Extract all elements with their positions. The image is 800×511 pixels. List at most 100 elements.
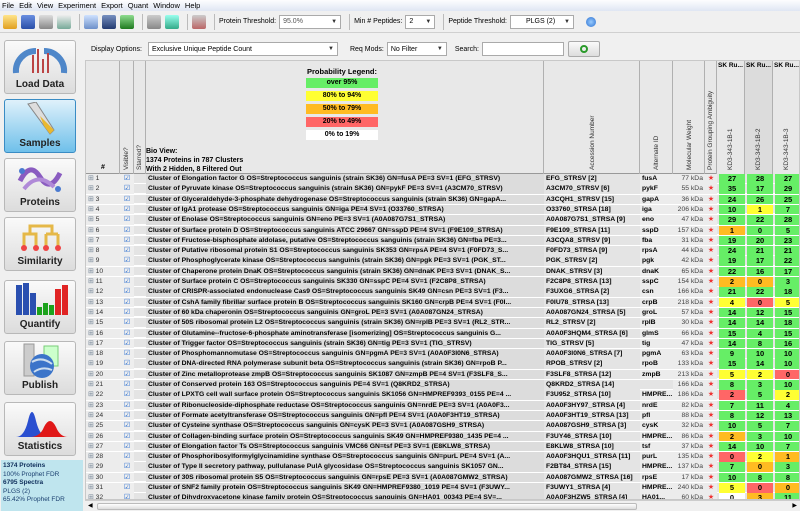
sample-count-cell[interactable]: 4 [747, 328, 773, 338]
visible-checkbox[interactable]: ☑ [120, 235, 134, 246]
table-row[interactable]: ⊞ 21 ☑ Cluster of Conserved protein 163 OS… [86, 380, 799, 390]
protein-description[interactable]: Cluster of 60 kDa chaperonin OS=Streptoc… [146, 307, 544, 318]
expand-icon[interactable]: ⊞ [88, 463, 96, 470]
sample-count-cell[interactable]: 21 [775, 246, 799, 256]
expand-icon[interactable]: ⊞ [88, 237, 96, 244]
sample-count-cell[interactable]: 7 [775, 204, 799, 215]
sample-count-cell[interactable]: 14 [747, 359, 773, 369]
sample-count-cell[interactable]: 5 [747, 390, 773, 400]
table-row[interactable]: ⊞ 15 ☑ Cluster of 50S ribosomal protein L2… [86, 318, 799, 328]
expand-icon[interactable]: ⊞ [88, 185, 96, 192]
row-number[interactable]: ⊞ 17 [86, 338, 120, 349]
sample-count-cell[interactable]: 17 [747, 256, 773, 266]
row-number[interactable]: ⊞ 14 [86, 307, 120, 318]
sample-count-cell[interactable]: 4 [775, 400, 799, 411]
menu-help[interactable]: Help [185, 1, 200, 10]
protein-description[interactable]: Cluster of Formate acetyltransferase OS=… [146, 410, 544, 421]
expand-icon[interactable]: ⊞ [88, 360, 96, 367]
sample-count-cell[interactable]: 0 [775, 483, 799, 493]
visible-checkbox[interactable]: ☑ [120, 410, 134, 421]
visible-checkbox[interactable]: ☑ [120, 215, 134, 225]
visible-checkbox[interactable]: ☑ [120, 421, 134, 431]
open-icon[interactable] [3, 14, 17, 29]
visible-checkbox[interactable]: ☑ [120, 431, 134, 441]
sample-count-cell[interactable]: 10 [775, 349, 799, 359]
visible-checkbox[interactable]: ☑ [120, 204, 134, 215]
table-row[interactable]: ⊞ 14 ☑ Cluster of 60 kDa chaperonin OS=Str… [86, 307, 799, 318]
table-row[interactable]: ⊞ 9 ☑ Cluster of Phosphoglycerate kinase O… [86, 256, 799, 266]
expand-icon[interactable]: ⊞ [88, 381, 96, 388]
bar-chart-icon[interactable] [147, 14, 161, 29]
column-header-starred[interactable]: Starred? [134, 61, 146, 174]
sample-count-cell[interactable]: 24 [719, 194, 745, 205]
sample-count-cell[interactable]: 10 [747, 441, 773, 452]
req-mods-select[interactable]: No Filter ▼ [386, 42, 447, 56]
protein-description[interactable]: Cluster of Cysteine synthase OS=Streptoc… [146, 421, 544, 431]
sample-count-cell[interactable]: 24 [719, 246, 745, 256]
row-number[interactable]: ⊞ 25 [86, 421, 120, 431]
sample-count-cell[interactable]: 5 [775, 225, 799, 235]
row-number[interactable]: ⊞ 1 [86, 174, 120, 184]
expand-icon[interactable]: ⊞ [88, 412, 96, 419]
expand-icon[interactable]: ⊞ [88, 319, 96, 326]
table-row[interactable]: ⊞ 29 ☑ Cluster of Type II secretory pathwa… [86, 462, 799, 472]
column-header-mw[interactable]: Molecular Weight [673, 61, 705, 174]
expand-icon[interactable]: ⊞ [88, 257, 96, 264]
row-number[interactable]: ⊞ 23 [86, 400, 120, 411]
protein-description[interactable]: Cluster of IgA1 protease OS=Streptococcu… [146, 204, 544, 215]
sample-count-cell[interactable]: 3 [747, 380, 773, 390]
sidebar-item-publish[interactable]: Publish [4, 341, 76, 395]
visible-checkbox[interactable]: ☑ [120, 369, 134, 380]
menu-experiment[interactable]: Experiment [58, 1, 96, 10]
column-header-visible[interactable]: Visible? [120, 61, 134, 174]
sample-count-cell[interactable]: 13 [775, 410, 799, 421]
sample-count-cell[interactable]: 10 [719, 204, 745, 215]
sample-count-cell[interactable]: 14 [719, 338, 745, 349]
table-row[interactable]: ⊞ 12 ☑ Cluster of CRISPR-associated endonu… [86, 287, 799, 297]
quant-chart-icon[interactable] [192, 14, 206, 29]
row-number[interactable]: ⊞ 32 [86, 493, 120, 499]
table-row[interactable]: ⊞ 27 ☑ Cluster of Elongation factor Ts OS=… [86, 441, 799, 452]
visible-checkbox[interactable]: ☑ [120, 307, 134, 318]
sidebar-item-quantify[interactable]: Quantify [4, 280, 76, 334]
visible-checkbox[interactable]: ☑ [120, 246, 134, 256]
sample-count-cell[interactable]: 26 [747, 194, 773, 205]
sample-count-cell[interactable]: 9 [719, 349, 745, 359]
sample-count-cell[interactable]: 27 [775, 174, 799, 184]
row-number[interactable]: ⊞ 16 [86, 328, 120, 338]
sidebar-item-proteins[interactable]: Proteins [4, 158, 76, 212]
print-preview-icon[interactable] [57, 14, 71, 29]
row-number[interactable]: ⊞ 13 [86, 297, 120, 308]
sample-count-cell[interactable]: 11 [775, 493, 799, 499]
visible-checkbox[interactable]: ☑ [120, 483, 134, 493]
table-row[interactable]: ⊞ 6 ☑ Cluster of Surface protein D OS=Stre… [86, 225, 799, 235]
sample-count-cell[interactable]: 8 [719, 410, 745, 421]
sample-count-cell[interactable]: 22 [747, 287, 773, 297]
row-number[interactable]: ⊞ 26 [86, 431, 120, 441]
table-row[interactable]: ⊞ 19 ☑ Cluster of DNA-directed RNA polymer… [86, 359, 799, 369]
row-number[interactable]: ⊞ 12 [86, 287, 120, 297]
visible-checkbox[interactable]: ☑ [120, 441, 134, 452]
sample-count-cell[interactable]: 8 [747, 338, 773, 349]
visible-checkbox[interactable]: ☑ [120, 338, 134, 349]
expand-icon[interactable]: ⊞ [88, 196, 96, 203]
sample-count-cell[interactable]: 19 [719, 256, 745, 266]
sample-count-cell[interactable]: 22 [775, 256, 799, 266]
protein-description[interactable]: Cluster of Ribonucleoside-diphosphate re… [146, 400, 544, 411]
sample-count-cell[interactable]: 2 [747, 452, 773, 462]
sample-count-cell[interactable]: 0 [775, 369, 799, 380]
sample-count-cell[interactable]: 0 [747, 483, 773, 493]
expand-icon[interactable]: ⊞ [88, 340, 96, 347]
sample-count-cell[interactable]: 21 [747, 246, 773, 256]
table-row[interactable]: ⊞ 2 ☑ Cluster of Pyruvate kinase OS=Strept… [86, 184, 799, 194]
sample-count-cell[interactable]: 7 [719, 462, 745, 472]
sample-count-cell[interactable]: 8 [747, 472, 773, 483]
expand-icon[interactable]: ⊞ [88, 247, 96, 254]
visible-checkbox[interactable]: ☑ [120, 184, 134, 194]
row-number[interactable]: ⊞ 3 [86, 194, 120, 205]
expand-icon[interactable]: ⊞ [88, 288, 96, 295]
row-number[interactable]: ⊞ 28 [86, 452, 120, 462]
sample-count-cell[interactable]: 0 [747, 462, 773, 472]
sample-count-cell[interactable]: 4 [719, 297, 745, 308]
protein-description[interactable]: Cluster of Elongation factor Ts OS=Strep… [146, 441, 544, 452]
